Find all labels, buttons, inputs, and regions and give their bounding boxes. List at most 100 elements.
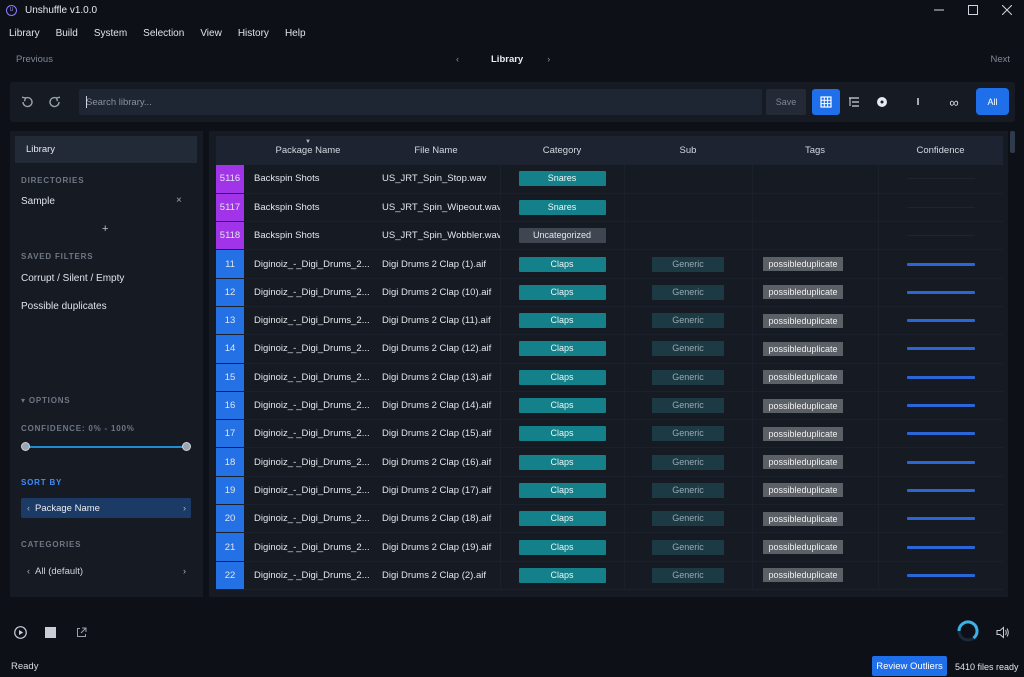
- sub-badge[interactable]: Generic: [652, 426, 724, 442]
- all-button[interactable]: All: [976, 88, 1009, 115]
- menu-view[interactable]: View: [192, 28, 230, 39]
- menu-help[interactable]: Help: [277, 28, 314, 39]
- sub-badge[interactable]: Generic: [652, 511, 724, 527]
- previous-button[interactable]: Previous: [16, 54, 53, 65]
- tree-view-icon[interactable]: [840, 89, 868, 115]
- category-badge[interactable]: Claps: [518, 341, 606, 357]
- category-badge[interactable]: Claps: [518, 398, 606, 414]
- confidence-min-handle[interactable]: [21, 442, 30, 451]
- sub-badge[interactable]: Generic: [652, 539, 724, 555]
- tag-badge[interactable]: possibleduplicate: [763, 540, 843, 554]
- category-badge[interactable]: Snares: [518, 171, 606, 187]
- confidence-max-handle[interactable]: [182, 442, 191, 451]
- category-badge[interactable]: Claps: [518, 369, 606, 385]
- menu-selection[interactable]: Selection: [135, 28, 192, 39]
- table-scrollbar[interactable]: [1010, 131, 1015, 153]
- column-header-file[interactable]: File Name: [372, 136, 500, 165]
- tag-badge[interactable]: possibleduplicate: [763, 313, 843, 328]
- column-header-confidence[interactable]: Confidence: [878, 136, 1003, 165]
- category-badge[interactable]: Claps: [518, 426, 606, 442]
- sort-select[interactable]: ‹ Package Name ›: [21, 498, 191, 518]
- remove-directory-icon[interactable]: ×: [176, 195, 182, 206]
- tag-badge[interactable]: possibleduplicate: [763, 568, 843, 583]
- chevron-left-icon[interactable]: ‹: [456, 54, 459, 64]
- category-badge[interactable]: Uncategorized: [518, 228, 606, 244]
- column-header-category[interactable]: Category: [500, 136, 624, 165]
- table-row[interactable]: 19 Diginoiz_-_Digi_Drums_2... Digi Drums 2…: [216, 476, 1003, 506]
- tag-badge[interactable]: possibleduplicate: [763, 426, 843, 441]
- options-heading[interactable]: ▾ OPTIONS: [21, 396, 70, 405]
- sidebar-item-library[interactable]: Library: [15, 136, 197, 163]
- table-row[interactable]: 12 Diginoiz_-_Digi_Drums_2... Digi Drums 2…: [216, 278, 1003, 307]
- table-row[interactable]: 14 Diginoiz_-_Digi_Drums_2... Digi Drums 2…: [216, 334, 1003, 364]
- directory-item[interactable]: Sample: [21, 196, 55, 207]
- chevron-right-icon[interactable]: ›: [183, 503, 186, 513]
- saved-filter-item[interactable]: Corrupt / Silent / Empty: [21, 273, 124, 284]
- table-row[interactable]: 20 Diginoiz_-_Digi_Drums_2... Digi Drums 2…: [216, 504, 1003, 534]
- tag-badge[interactable]: possibleduplicate: [763, 257, 843, 272]
- review-outliers-button[interactable]: Review Outliers: [872, 656, 947, 676]
- add-directory-icon[interactable]: +: [102, 223, 108, 235]
- tag-badge[interactable]: possibleduplicate: [763, 285, 843, 300]
- sub-badge[interactable]: Generic: [652, 482, 724, 498]
- category-badge[interactable]: Claps: [518, 256, 606, 272]
- sub-badge[interactable]: Generic: [652, 313, 724, 329]
- table-row[interactable]: 22 Diginoiz_-_Digi_Drums_2... Digi Drums 2…: [216, 561, 1003, 590]
- table-row[interactable]: 13 Diginoiz_-_Digi_Drums_2... Digi Drums 2…: [216, 306, 1003, 336]
- category-badge[interactable]: Claps: [518, 567, 606, 583]
- play-icon[interactable]: [13, 625, 27, 639]
- sub-badge[interactable]: Generic: [652, 398, 724, 414]
- category-select[interactable]: ‹ All (default) ›: [21, 561, 191, 581]
- table-row[interactable]: 21 Diginoiz_-_Digi_Drums_2... Digi Drums 2…: [216, 532, 1003, 562]
- category-badge[interactable]: Claps: [518, 454, 606, 470]
- tag-badge[interactable]: possibleduplicate: [763, 511, 843, 526]
- column-header-package[interactable]: ▼ Package Name: [244, 136, 372, 165]
- info-view-icon[interactable]: I: [904, 89, 932, 115]
- column-header-sub[interactable]: Sub: [624, 136, 752, 165]
- confidence-slider-track[interactable]: [25, 446, 186, 448]
- external-link-icon[interactable]: [75, 626, 87, 638]
- sub-badge[interactable]: Generic: [652, 369, 724, 385]
- table-row[interactable]: 5117 Backspin Shots US_JRT_Spin_Wipeout.wa…: [216, 193, 1003, 223]
- maximize-icon[interactable]: [956, 0, 990, 20]
- tag-badge[interactable]: possibleduplicate: [763, 341, 843, 356]
- menu-system[interactable]: System: [86, 28, 135, 39]
- chevron-right-icon[interactable]: ›: [183, 566, 186, 576]
- next-button[interactable]: Next: [990, 54, 1010, 65]
- sub-badge[interactable]: Generic: [652, 284, 724, 300]
- saved-filter-item[interactable]: Possible duplicates: [21, 301, 107, 312]
- table-row[interactable]: 18 Diginoiz_-_Digi_Drums_2... Digi Drums 2…: [216, 447, 1003, 477]
- column-header-tags[interactable]: Tags: [752, 136, 878, 165]
- chevron-left-icon[interactable]: ‹: [27, 503, 30, 513]
- tag-badge[interactable]: possibleduplicate: [763, 455, 843, 470]
- tag-badge[interactable]: possibleduplicate: [763, 483, 843, 498]
- table-row[interactable]: 5118 Backspin Shots US_JRT_Spin_Wobbler.wa…: [216, 221, 1003, 251]
- menu-library[interactable]: Library: [0, 28, 48, 39]
- sub-badge[interactable]: Generic: [652, 256, 724, 272]
- table-row[interactable]: 5116 Backspin Shots US_JRT_Spin_Stop.wav Sn…: [216, 165, 1003, 194]
- redo-icon[interactable]: [47, 94, 63, 110]
- close-icon[interactable]: [990, 0, 1024, 20]
- sub-badge[interactable]: Generic: [652, 567, 724, 583]
- grid-view-icon[interactable]: [812, 89, 840, 115]
- stop-icon[interactable]: [44, 626, 56, 638]
- search-input[interactable]: [79, 89, 762, 115]
- chevron-left-icon[interactable]: ‹: [27, 566, 30, 576]
- category-badge[interactable]: Claps: [518, 284, 606, 300]
- menu-history[interactable]: History: [230, 28, 277, 39]
- tag-badge[interactable]: possibleduplicate: [763, 370, 843, 385]
- category-badge[interactable]: Claps: [518, 539, 606, 555]
- sub-badge[interactable]: Generic: [652, 454, 724, 470]
- undo-icon[interactable]: [19, 94, 35, 110]
- sub-badge[interactable]: Generic: [652, 341, 724, 357]
- category-badge[interactable]: Claps: [518, 511, 606, 527]
- menu-build[interactable]: Build: [48, 28, 86, 39]
- chevron-right-icon[interactable]: ›: [547, 54, 550, 64]
- tag-badge[interactable]: possibleduplicate: [763, 398, 843, 413]
- volume-icon[interactable]: [996, 625, 1010, 639]
- minimize-icon[interactable]: [922, 0, 956, 20]
- category-badge[interactable]: Claps: [518, 313, 606, 329]
- disc-view-icon[interactable]: [868, 89, 896, 115]
- infinity-icon[interactable]: ∞: [940, 89, 968, 115]
- table-row[interactable]: 15 Diginoiz_-_Digi_Drums_2... Digi Drums 2…: [216, 363, 1003, 392]
